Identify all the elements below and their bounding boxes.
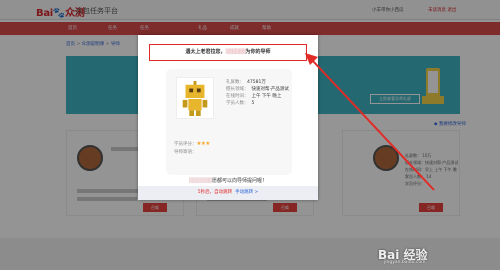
annotation-arrow-icon: [305, 53, 435, 191]
watermark-url: jingyan.baidu.com: [384, 260, 426, 265]
